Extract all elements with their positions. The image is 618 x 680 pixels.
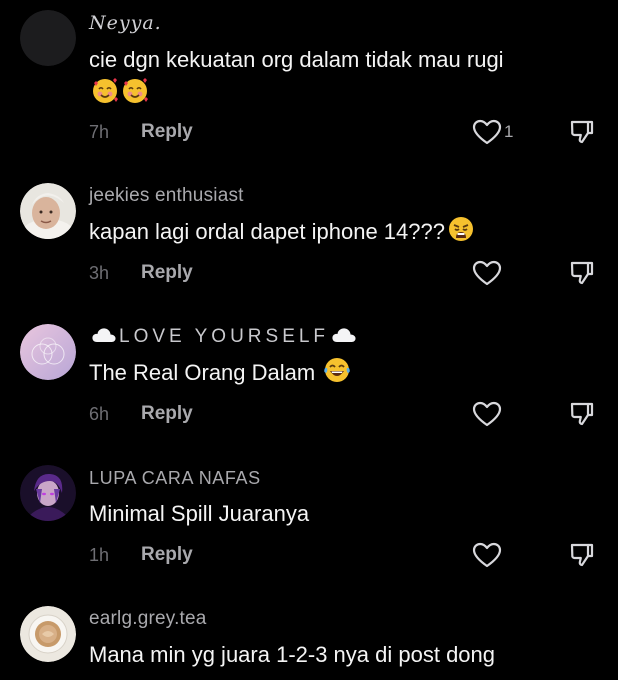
cloud-icon <box>331 326 357 350</box>
comment-time: 6h <box>89 404 110 424</box>
thumbs-down-icon <box>570 120 594 144</box>
like-button[interactable] <box>472 542 502 568</box>
like-button[interactable] <box>472 401 502 427</box>
reply-button[interactable]: Reply <box>141 262 193 284</box>
heart-icon <box>472 542 502 568</box>
comment-text: Minimal Spill Juaranya <box>89 497 309 531</box>
like-button[interactable] <box>472 119 502 145</box>
heart-icon <box>472 260 502 286</box>
username[interactable]: LUPA CARA NAFAS <box>89 468 261 489</box>
smiling-face-with-hearts-emoji <box>91 77 119 115</box>
dislike-button[interactable] <box>568 400 596 428</box>
avatar[interactable] <box>20 10 76 66</box>
reply-button[interactable]: Reply <box>141 121 193 143</box>
comment-text: The Real Orang Dalam <box>89 356 351 394</box>
comment-item: LUPA CARA NAFAS Minimal Spill Juaranya 1… <box>0 442 618 583</box>
face-with-tears-of-joy-emoji <box>323 356 351 394</box>
avatar[interactable] <box>20 465 76 521</box>
username[interactable]: Neyya. <box>89 12 162 34</box>
dislike-button[interactable] <box>568 541 596 569</box>
comment-item: Neyya. cie dgn kekuatan org dalam tidak … <box>0 0 618 160</box>
comment-item: earlg.grey.tea Mana min yg juara 1-2-3 n… <box>0 583 618 680</box>
comment-text-content: The Real Orang Dalam <box>89 360 316 385</box>
dislike-button[interactable] <box>568 259 596 287</box>
heart-icon <box>472 401 502 427</box>
thumbs-down-icon <box>570 543 594 567</box>
avatar[interactable] <box>20 606 76 662</box>
cloud-icon <box>91 326 117 350</box>
comment-text-content: cie dgn kekuatan org dalam tidak mau rug… <box>89 47 504 72</box>
avatar[interactable] <box>20 183 76 239</box>
smiling-face-with-hearts-emoji <box>121 77 149 115</box>
comment-time: 3h <box>89 263 110 283</box>
heart-icon <box>472 119 502 145</box>
comment-text-content: Minimal Spill Juaranya <box>89 501 310 526</box>
comment-time: 1h <box>89 545 110 565</box>
comment-text-content: kapan lagi ordal dapet iphone 14??? <box>89 219 445 244</box>
username[interactable]: earlg.grey.tea <box>89 608 207 630</box>
username-text: LOVE YOURSELF <box>119 326 330 347</box>
reply-button[interactable]: Reply <box>141 544 193 566</box>
username[interactable]: LOVE YOURSELF <box>89 326 357 350</box>
dislike-button[interactable] <box>568 118 596 146</box>
avatar[interactable] <box>20 324 76 380</box>
comment-text: Mana min yg juara 1-2-3 nya di post dong <box>89 638 495 672</box>
comment-text: kapan lagi ordal dapet iphone 14??? <box>89 215 475 253</box>
like-count: 1 <box>504 122 514 141</box>
comment-item: jeekies enthusiast kapan lagi ordal dape… <box>0 160 618 301</box>
comment-time: 7h <box>89 122 110 142</box>
weary-face-emoji <box>447 215 475 253</box>
comment-text-content: Mana min yg juara 1-2-3 nya di post dong <box>89 642 496 667</box>
reply-button[interactable]: Reply <box>141 403 193 425</box>
thumbs-down-icon <box>570 402 594 426</box>
comment-emoji-line <box>89 77 149 115</box>
like-button[interactable] <box>472 260 502 286</box>
comment-item: LOVE YOURSELF The Real Orang Dalam 6h Re… <box>0 301 618 442</box>
username[interactable]: jeekies enthusiast <box>89 185 244 207</box>
comment-text: cie dgn kekuatan org dalam tidak mau rug… <box>89 43 504 77</box>
thumbs-down-icon <box>570 261 594 285</box>
